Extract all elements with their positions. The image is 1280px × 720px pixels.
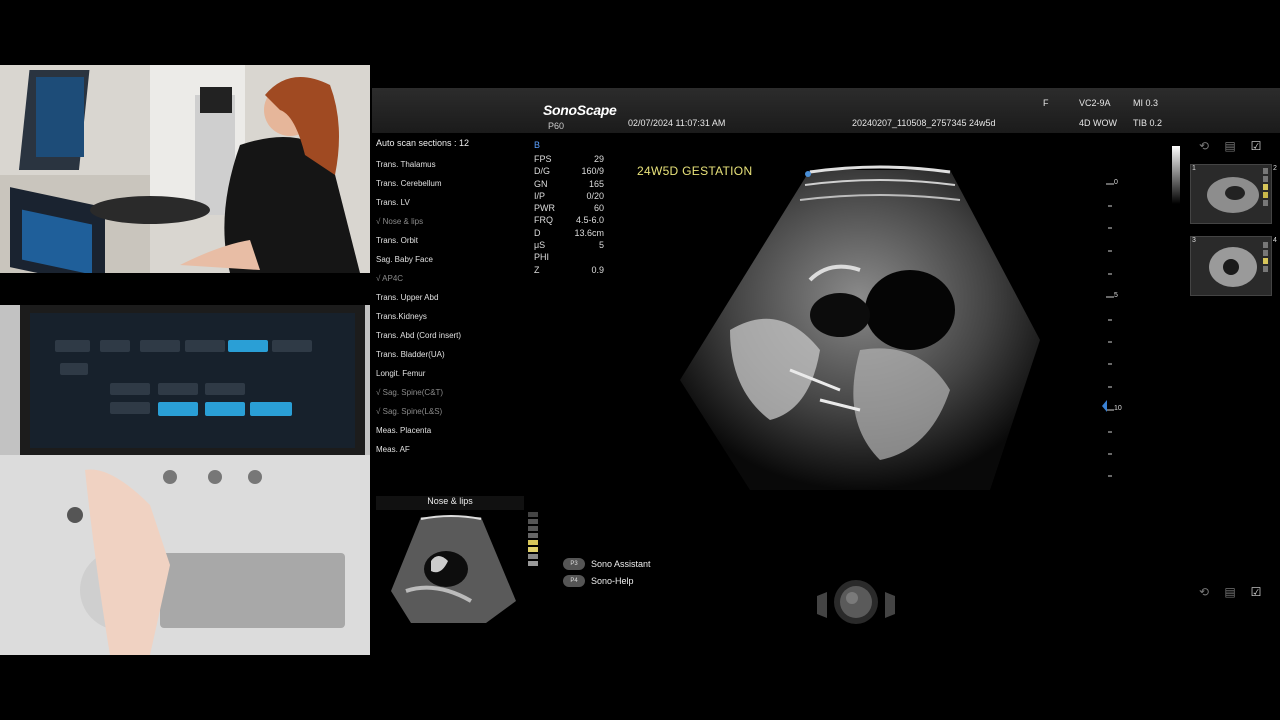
model-label: P60 [548, 121, 565, 131]
param-value: 4.5-6.0 [575, 215, 604, 226]
param-row: μS 5 [534, 239, 624, 251]
imaging-params: B FPS 29 D/G 160/9 GN 165 I/P 0/20 PWR 60 FRQ 4.5-6… [534, 140, 624, 276]
depth-label-5: 5 [1114, 292, 1118, 299]
scan-section-item[interactable]: Trans. Abd (Cord insert) [376, 331, 461, 340]
param-key: D [534, 227, 541, 238]
scan-section-item[interactable]: √ AP4C [376, 274, 403, 283]
sono-assistant-hotkey[interactable]: P3 Sono Assistant [563, 558, 651, 570]
scan-section-item[interactable]: Meas. AF [376, 445, 410, 454]
saved-image-4-number: 4 [1273, 237, 1277, 244]
reference-title: Nose & lips [376, 496, 524, 510]
check-icon[interactable]: ☑ [1250, 139, 1262, 153]
param-value: 60 [593, 203, 604, 214]
mode-name: 4D WOW [1079, 118, 1117, 128]
param-row: PWR 60 [534, 202, 624, 214]
param-key: I/P [534, 190, 546, 201]
param-row: FRQ 4.5-6.0 [534, 214, 624, 226]
scan-section-item[interactable]: Trans. Thalamus [376, 160, 436, 169]
check-icon[interactable]: ☑ [1250, 585, 1262, 599]
p4-key: P4 [563, 575, 585, 587]
sono-help-label: Sono-Help [591, 576, 634, 586]
rotate-icon[interactable]: ⟲ [1198, 139, 1210, 153]
tib-index: TIB 0.2 [1133, 118, 1163, 128]
scan-section-item[interactable]: Trans. Orbit [376, 236, 418, 245]
mi-index: MI 0.3 [1133, 98, 1159, 108]
camera-view-console [0, 305, 370, 655]
param-value: 0.9 [591, 264, 604, 275]
tool-row-top: ⟲ ▤ ☑ [1198, 139, 1262, 153]
depth-scale: 0 5 10 [1100, 178, 1130, 488]
level-bar [1260, 160, 1272, 300]
mode-indicator: B [534, 140, 541, 150]
param-row: FPS 29 [534, 153, 624, 165]
freq-flag: F [1043, 98, 1049, 108]
saved-image-2-number: 2 [1273, 165, 1277, 172]
param-row: PHI [534, 251, 624, 263]
datetime: 02/07/2024 11:07:31 AM [628, 118, 726, 128]
param-key: D/G [534, 166, 551, 177]
param-value: 5 [598, 240, 604, 251]
layout-icon[interactable]: ▤ [1224, 585, 1236, 599]
param-row: Z 0.9 [534, 264, 624, 276]
scan-section-item[interactable]: Sag. Baby Face [376, 255, 433, 264]
param-key: Z [534, 264, 540, 275]
tool-row-bottom: ⟲ ▤ ☑ [1198, 585, 1262, 599]
param-key: μS [534, 240, 546, 251]
reference-level-bar [527, 512, 539, 570]
exam-id: 20240207_110508_2757345 24w5d [852, 118, 996, 128]
param-key: GN [534, 178, 548, 189]
trackball-icon [815, 578, 897, 626]
scan-section-item[interactable]: √ Nose & lips [376, 217, 423, 226]
param-row: D 13.6cm [534, 227, 624, 239]
depth-label-0: 0 [1114, 179, 1118, 186]
param-row: I/P 0/20 [534, 190, 624, 202]
param-key: FRQ [534, 215, 553, 226]
param-key: PHI [534, 252, 550, 263]
ultrasound-image [660, 160, 1060, 505]
scan-section-item[interactable]: Trans.Kidneys [376, 312, 427, 321]
brand-logo: SonoScape [543, 102, 617, 118]
depth-label-10: 10 [1114, 405, 1122, 412]
param-value: 165 [588, 178, 604, 189]
reference-image [376, 511, 524, 629]
scan-section-item[interactable]: Trans. Cerebellum [376, 179, 442, 188]
param-value: 13.6cm [574, 227, 604, 238]
auto-scan-title: Auto scan sections : 12 [376, 138, 470, 148]
scan-section-item[interactable]: Longit. Femur [376, 369, 425, 378]
camera-view-sonographer [0, 65, 370, 273]
param-value: 160/9 [581, 166, 604, 177]
rotate-icon[interactable]: ⟲ [1198, 585, 1210, 599]
scan-section-item[interactable]: √ Sag. Spine(L&S) [376, 407, 442, 416]
p3-key: P3 [563, 558, 585, 570]
param-row: D/G 160/9 [534, 165, 624, 177]
scan-section-item[interactable]: Trans. Upper Abd [376, 293, 438, 302]
param-key: FPS [534, 154, 552, 164]
param-value: 0/20 [586, 190, 604, 201]
scan-section-item[interactable]: Trans. LV [376, 198, 410, 207]
sono-assistant-label: Sono Assistant [591, 559, 651, 569]
sono-help-hotkey[interactable]: P4 Sono-Help [563, 575, 634, 587]
probe-name: VC2-9A [1079, 98, 1111, 108]
scan-section-item[interactable]: √ Sag. Spine(C&T) [376, 388, 443, 397]
scan-section-item[interactable]: Trans. Bladder(UA) [376, 350, 445, 359]
param-key: PWR [534, 203, 555, 214]
param-row: GN 165 [534, 178, 624, 190]
layout-icon[interactable]: ▤ [1224, 139, 1236, 153]
gray-map-bar [1172, 146, 1180, 204]
param-value: 29 [593, 154, 604, 164]
scan-section-item[interactable]: Meas. Placenta [376, 426, 431, 435]
